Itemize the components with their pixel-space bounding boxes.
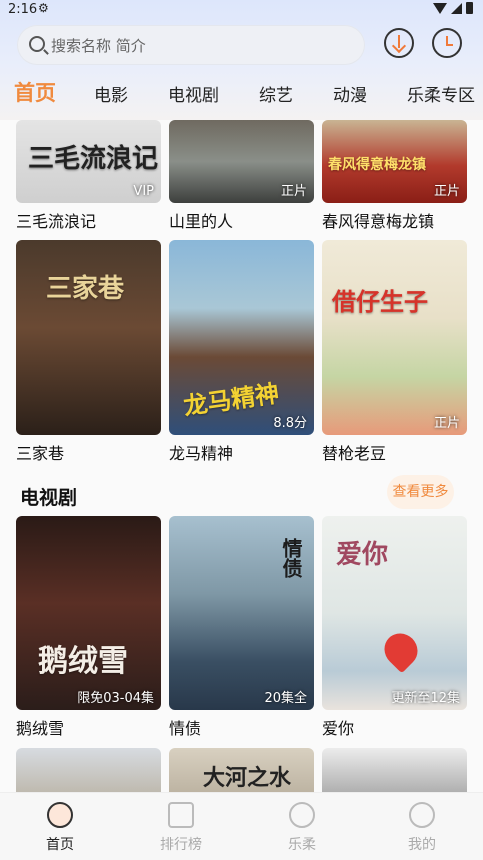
tv-poster bbox=[322, 748, 467, 792]
search-placeholder: 搜索名称 简介 bbox=[51, 37, 146, 55]
history-icon[interactable] bbox=[432, 28, 462, 58]
movie-title: 替枪老豆 bbox=[322, 444, 387, 463]
bottom-navigation: 首页 排行榜 乐柔 我的 bbox=[0, 792, 483, 860]
tv-title: 爱你 bbox=[322, 719, 355, 738]
poster-badge: 正片 bbox=[433, 416, 460, 431]
poster-badge: 正片 bbox=[433, 184, 460, 199]
movie-poster: 正片 bbox=[169, 120, 314, 203]
nav-profile[interactable]: 我的 bbox=[377, 793, 467, 854]
tv-poster: 爱你 更新至12集 bbox=[322, 516, 467, 710]
nav-profile-label: 我的 bbox=[408, 837, 436, 853]
section-title-tv: 电视剧 bbox=[20, 487, 78, 509]
nav-rank[interactable]: 排行榜 bbox=[136, 793, 226, 854]
tv-title: 鹅绒雪 bbox=[16, 719, 65, 738]
tab-lerou-zone[interactable]: 乐柔专区 bbox=[407, 81, 475, 106]
poster-badge: VIP bbox=[133, 184, 154, 199]
status-bar: 2:16 ⚙ bbox=[0, 0, 483, 20]
tv-poster bbox=[16, 748, 161, 792]
view-more-button[interactable]: 查看更多 bbox=[387, 475, 454, 509]
signal-icon bbox=[451, 2, 462, 14]
movie-poster: 龙马精神 8.8分 bbox=[169, 240, 314, 435]
tv-poster: 情债 20集全 bbox=[169, 516, 314, 710]
battery-icon bbox=[466, 2, 473, 14]
poster-badge: 限免03-04集 bbox=[77, 691, 154, 706]
tab-movie[interactable]: 电影 bbox=[94, 81, 128, 106]
profile-icon bbox=[409, 802, 435, 828]
movie-poster: 春风得意梅龙镇 正片 bbox=[322, 120, 467, 203]
rank-icon bbox=[168, 802, 194, 828]
main-content: 三毛流浪记 VIP 三毛流浪记 正片 山里的人 春风得意梅龙镇 正片 春风得意梅… bbox=[0, 120, 483, 792]
poster-badge: 20集全 bbox=[264, 691, 307, 706]
tab-anime[interactable]: 动漫 bbox=[333, 81, 367, 106]
tab-home[interactable]: 首页 bbox=[14, 77, 56, 107]
movie-poster: 三家巷 bbox=[16, 240, 161, 435]
poster-badge: 8.8分 bbox=[273, 416, 307, 431]
nav-rank-label: 排行榜 bbox=[160, 837, 202, 853]
movie-title: 三毛流浪记 bbox=[16, 212, 97, 231]
nav-home[interactable]: 首页 bbox=[15, 793, 105, 854]
movie-title: 龙马精神 bbox=[169, 444, 234, 463]
home-icon bbox=[47, 802, 73, 828]
poster-badge: 正片 bbox=[280, 184, 307, 199]
nav-lerou[interactable]: 乐柔 bbox=[257, 793, 347, 854]
movie-title: 三家巷 bbox=[16, 444, 65, 463]
movie-title: 春风得意梅龙镇 bbox=[322, 212, 435, 231]
download-icon[interactable] bbox=[384, 28, 414, 58]
poster-badge: 更新至12集 bbox=[391, 691, 460, 706]
settings-status-icon: ⚙ bbox=[38, 1, 49, 15]
nav-home-label: 首页 bbox=[46, 837, 74, 853]
search-icon bbox=[29, 36, 45, 52]
category-tabs: 首页 电影 电视剧 综艺 动漫 乐柔专区 bbox=[0, 76, 483, 110]
wifi-icon bbox=[433, 3, 447, 14]
tv-poster: 大河之水 bbox=[169, 748, 314, 792]
status-time: 2:16 bbox=[8, 2, 38, 17]
tab-tv[interactable]: 电视剧 bbox=[168, 81, 219, 106]
movie-poster: 三毛流浪记 VIP bbox=[16, 120, 161, 203]
nav-lerou-label: 乐柔 bbox=[288, 837, 316, 853]
lerou-icon bbox=[289, 802, 315, 828]
tv-poster: 鹅绒雪 限免03-04集 bbox=[16, 516, 161, 710]
movie-title: 山里的人 bbox=[169, 212, 234, 231]
search-bar[interactable]: 搜索名称 简介 bbox=[17, 25, 365, 65]
movie-poster: 借仔生子 正片 bbox=[322, 240, 467, 435]
tab-variety[interactable]: 综艺 bbox=[259, 81, 293, 106]
tv-title: 情债 bbox=[169, 719, 202, 738]
